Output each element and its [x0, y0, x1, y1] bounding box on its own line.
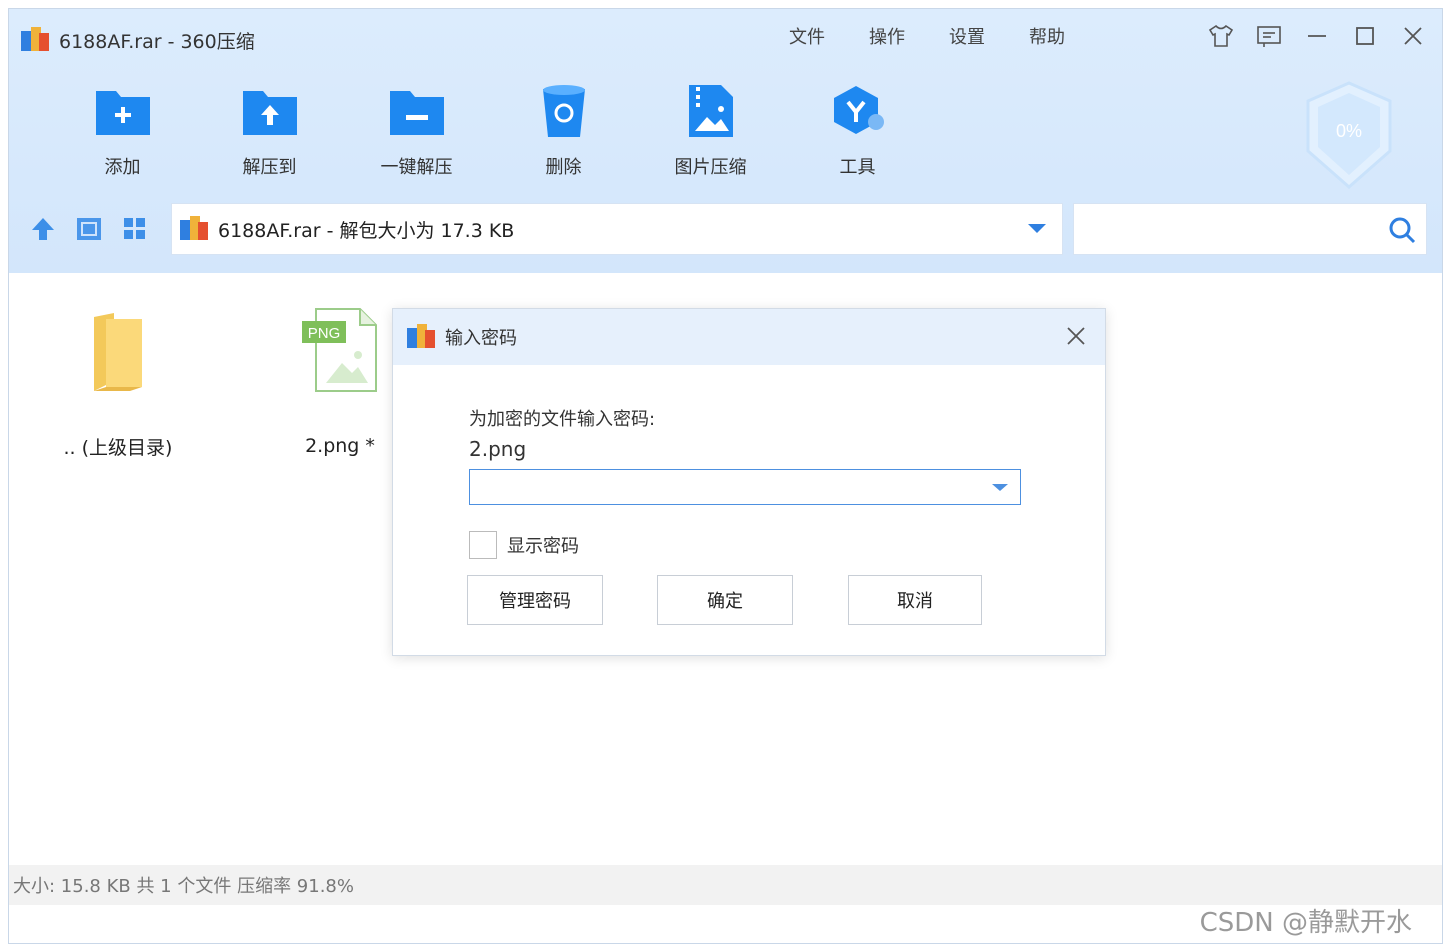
dialog-title: 输入密码 — [445, 328, 517, 349]
dialog-header: 输入密码 — [393, 309, 1105, 365]
path-dropdown-icon[interactable] — [1028, 224, 1046, 233]
dialog-close-icon[interactable] — [1063, 323, 1089, 349]
security-shield-widget[interactable]: 0% — [1304, 81, 1394, 189]
show-password-label: 显示密码 — [507, 536, 579, 557]
file-name: .. (上级目录) — [63, 437, 173, 459]
add-folder-icon — [93, 81, 153, 141]
path-text: 6188AF.rar - 解包大小为 17.3 KB — [218, 219, 515, 242]
view-controls — [29, 215, 149, 243]
main-toolbar: 添加 解压到 一键解压 删除 图片压缩 工具 — [49, 81, 931, 179]
image-compress-button[interactable]: 图片压缩 — [637, 81, 784, 179]
up-arrow-icon[interactable] — [29, 215, 57, 243]
path-bar[interactable]: 6188AF.rar - 解包大小为 17.3 KB — [171, 203, 1063, 255]
window-controls — [1208, 23, 1426, 49]
ok-button[interactable]: 确定 — [657, 575, 793, 625]
minimize-icon[interactable] — [1304, 23, 1330, 49]
one-click-extract-button[interactable]: 一键解压 — [343, 81, 490, 179]
window-title-area: 6188AF.rar - 360压缩 — [21, 25, 255, 55]
manage-password-button[interactable]: 管理密码 — [467, 575, 603, 625]
top-panel: 6188AF.rar - 360压缩 文件 操作 设置 帮助 添加 解压到 一键… — [9, 9, 1442, 273]
rar-app-icon — [21, 27, 51, 53]
file-item-parent-dir[interactable]: .. (上级目录) — [43, 311, 193, 460]
one-click-extract-icon — [387, 81, 447, 141]
grid-view-icon[interactable] — [121, 215, 149, 243]
dialog-app-icon — [407, 324, 437, 350]
password-dropdown-icon[interactable] — [992, 484, 1008, 491]
add-button-label: 添加 — [104, 157, 141, 178]
image-compress-icon — [681, 81, 741, 141]
search-icon[interactable] — [1388, 216, 1416, 244]
extract-to-button-label: 解压到 — [242, 157, 297, 178]
tools-button[interactable]: 工具 — [784, 81, 931, 179]
watermark: CSDN @静默开水 — [1199, 908, 1412, 938]
password-field[interactable] — [469, 469, 1021, 505]
password-dialog: 输入密码 为加密的文件输入密码: 2.png 显示密码 管理密码 确定 取消 — [392, 308, 1106, 656]
show-password-checkbox[interactable]: 显示密码 — [469, 531, 579, 559]
png-file-icon: PNG — [302, 308, 377, 392]
tools-button-label: 工具 — [839, 157, 876, 178]
window-title: 6188AF.rar - 360压缩 — [59, 30, 255, 53]
feedback-icon[interactable] — [1256, 23, 1282, 49]
menu-bar: 文件 操作 设置 帮助 — [789, 23, 1065, 49]
menu-help[interactable]: 帮助 — [1029, 23, 1065, 49]
maximize-icon[interactable] — [1352, 23, 1378, 49]
one-click-extract-button-label: 一键解压 — [380, 157, 453, 178]
add-button[interactable]: 添加 — [49, 81, 196, 179]
skin-shirt-icon[interactable] — [1208, 23, 1234, 49]
tools-icon — [828, 81, 888, 141]
png-badge: PNG — [308, 325, 341, 342]
status-bar: 大小: 15.8 KB 共 1 个文件 压缩率 91.8% — [9, 865, 1442, 905]
dialog-filename: 2.png — [469, 437, 527, 461]
menu-operation[interactable]: 操作 — [869, 23, 905, 49]
menu-settings[interactable]: 设置 — [949, 23, 985, 49]
image-compress-button-label: 图片压缩 — [674, 157, 747, 178]
password-input[interactable] — [470, 470, 980, 504]
folder-icon — [94, 313, 142, 391]
extract-to-icon — [240, 81, 300, 141]
delete-icon — [534, 81, 594, 141]
delete-button-label: 删除 — [545, 157, 582, 178]
extract-to-button[interactable]: 解压到 — [196, 81, 343, 179]
delete-button[interactable]: 删除 — [490, 81, 637, 179]
shield-percent: 0% — [1336, 121, 1362, 141]
close-icon[interactable] — [1400, 23, 1426, 49]
status-text: 大小: 15.8 KB 共 1 个文件 压缩率 91.8% — [13, 876, 354, 897]
search-input[interactable] — [1073, 203, 1427, 255]
checkbox-box[interactable] — [469, 531, 497, 559]
dialog-prompt: 为加密的文件输入密码: — [469, 409, 656, 430]
cancel-button[interactable]: 取消 — [848, 575, 982, 625]
menu-file[interactable]: 文件 — [789, 23, 825, 49]
rar-file-icon — [180, 216, 210, 242]
detail-view-icon[interactable] — [75, 215, 103, 243]
navigation-bar: 6188AF.rar - 解包大小为 17.3 KB — [9, 203, 1442, 259]
